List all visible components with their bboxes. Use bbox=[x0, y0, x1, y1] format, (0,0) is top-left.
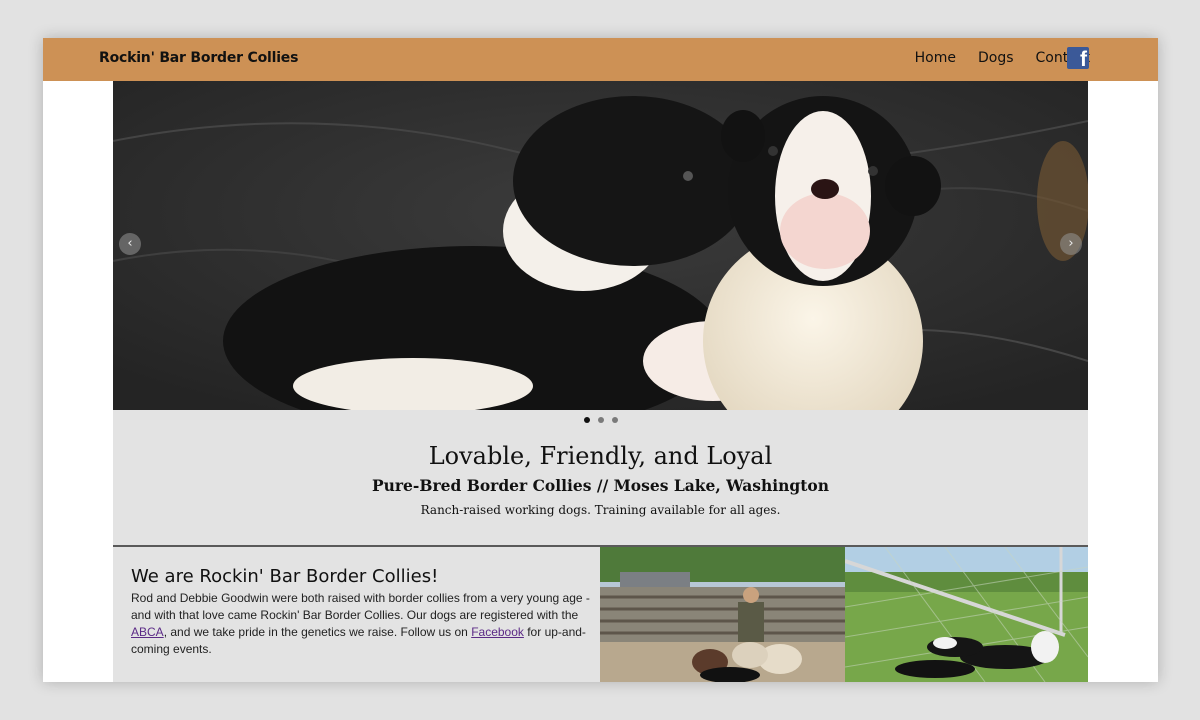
nav-home[interactable]: Home bbox=[915, 50, 956, 66]
hero-carousel: ‹ › bbox=[113, 81, 1088, 410]
nav-dogs[interactable]: Dogs bbox=[978, 50, 1014, 66]
main-nav: Home Dogs Contact bbox=[893, 50, 1090, 66]
photo-collies-on-grass bbox=[845, 547, 1088, 682]
carousel-prev-button[interactable]: ‹ bbox=[119, 233, 141, 255]
hero-image-puppies bbox=[113, 81, 1088, 410]
browser-page: Rockin' Bar Border Collies Home Dogs Con… bbox=[43, 38, 1158, 682]
about-text-part-1: Rod and Debbie Goodwin were both raised … bbox=[131, 591, 590, 622]
carousel-dot-2[interactable] bbox=[597, 417, 604, 423]
abca-link[interactable]: ABCA bbox=[131, 625, 164, 639]
intro-tagline: Ranch-raised working dogs. Training avai… bbox=[420, 503, 781, 517]
facebook-link[interactable]: Facebook bbox=[471, 625, 524, 639]
about-text-part-2: , and we take pride in the genetics we r… bbox=[163, 625, 472, 639]
intro-title: Lovable, Friendly, and Loyal bbox=[428, 442, 773, 470]
photo-herding-sheep bbox=[600, 547, 845, 682]
about-heading: We are Rockin' Bar Border Collies! bbox=[131, 566, 439, 587]
carousel-indicators bbox=[113, 410, 1088, 430]
intro-subtitle: Pure-Bred Border Collies // Moses Lake, … bbox=[371, 476, 830, 495]
facebook-icon[interactable]: f bbox=[1067, 47, 1089, 69]
intro-section: Lovable, Friendly, and Loyal Pure-Bred B… bbox=[113, 430, 1088, 547]
about-section: We are Rockin' Bar Border Collies! Rod a… bbox=[113, 547, 600, 682]
site-brand[interactable]: Rockin' Bar Border Collies bbox=[99, 50, 298, 66]
carousel-dot-3[interactable] bbox=[611, 417, 618, 423]
top-navigation-bar: Rockin' Bar Border Collies Home Dogs Con… bbox=[43, 38, 1158, 81]
about-text: Rod and Debbie Goodwin were both raised … bbox=[131, 590, 593, 658]
carousel-dot-1[interactable] bbox=[583, 417, 590, 423]
carousel-next-button[interactable]: › bbox=[1060, 233, 1082, 255]
